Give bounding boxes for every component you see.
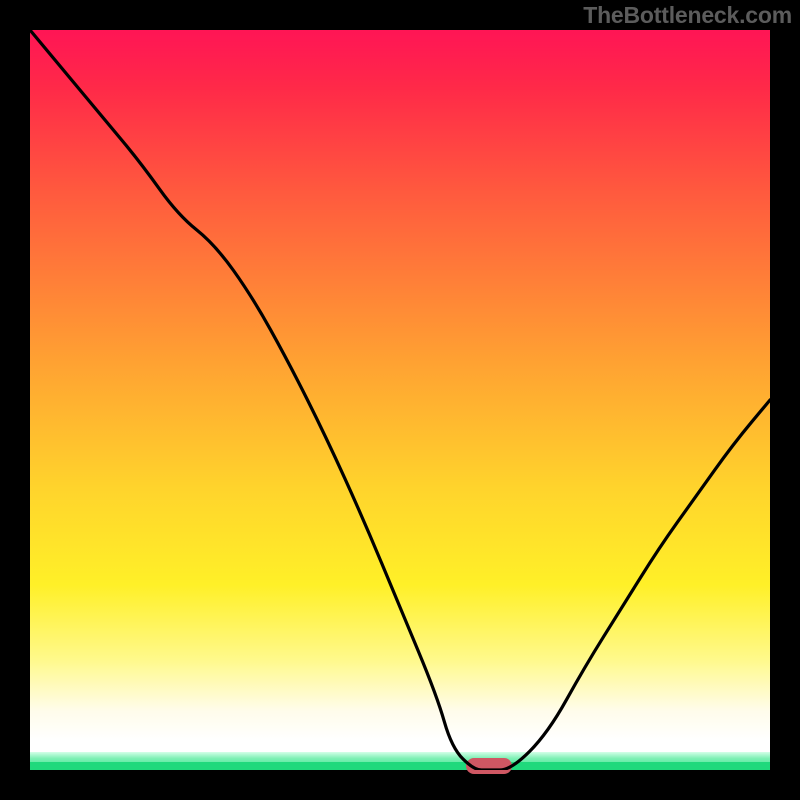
watermark-text: TheBottleneck.com bbox=[583, 2, 792, 29]
bottleneck-curve bbox=[30, 30, 770, 770]
plot-area bbox=[30, 30, 770, 770]
chart-frame: TheBottleneck.com bbox=[0, 0, 800, 800]
